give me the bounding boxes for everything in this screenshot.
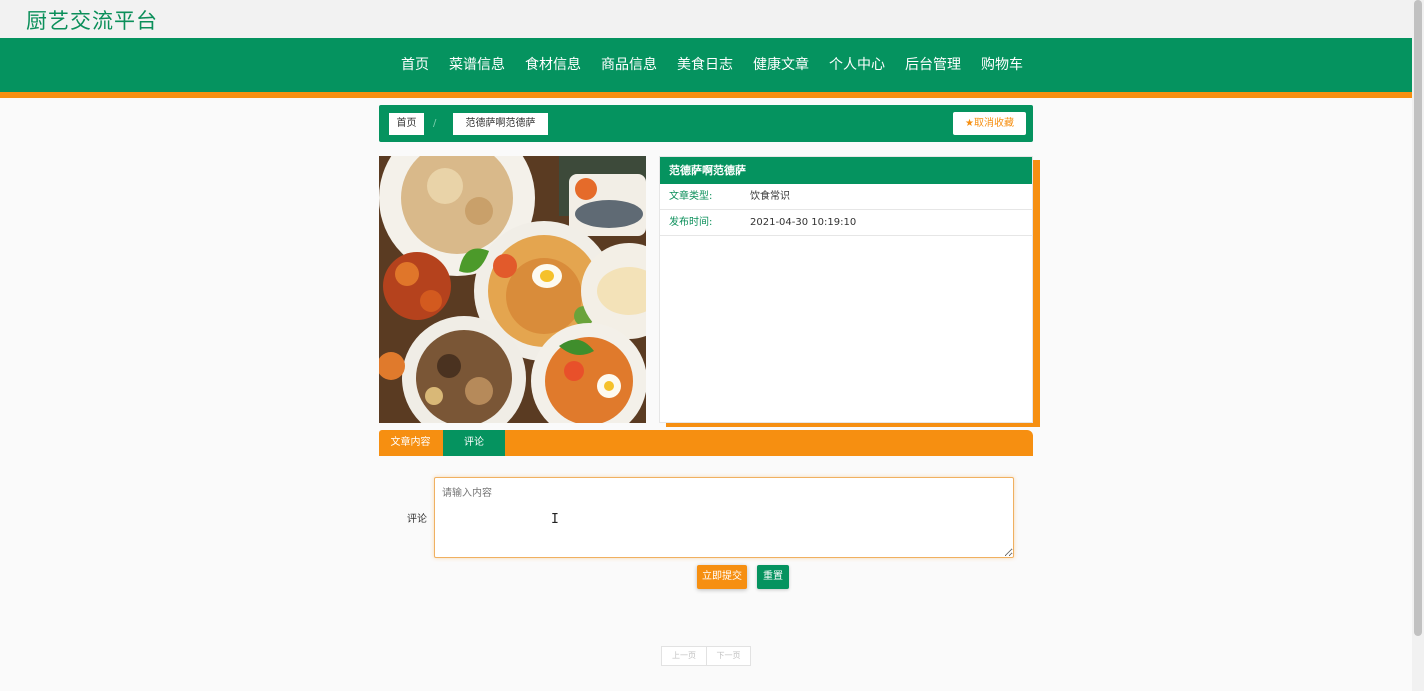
breadcrumb-separator: / [433, 118, 437, 129]
top-header: 厨艺交流平台 [0, 0, 1412, 38]
article-time-row: 发布时间: 2021-04-30 10:19:10 [660, 210, 1032, 236]
unfavorite-button[interactable]: ★取消收藏 [953, 112, 1026, 135]
nav-menu: 首页 菜谱信息 食材信息 商品信息 美食日志 健康文章 个人中心 后台管理 购物… [391, 38, 1033, 92]
comment-input[interactable] [434, 477, 1014, 558]
nav-item-ingredients[interactable]: 食材信息 [515, 38, 591, 92]
breadcrumb: 首页 / 范德萨啊范德萨 ★取消收藏 [379, 105, 1033, 142]
nav-item-products[interactable]: 商品信息 [591, 38, 667, 92]
pagination: 上一页 下一页 [661, 646, 751, 666]
nav-item-food-journal[interactable]: 美食日志 [667, 38, 743, 92]
nav-item-health-articles[interactable]: 健康文章 [743, 38, 819, 92]
tab-comment[interactable]: 评论 [443, 430, 505, 456]
article-info-panel: 范德萨啊范德萨 文章类型: 饮食常识 发布时间: 2021-04-30 10:1… [659, 156, 1033, 423]
article-cover-image [379, 156, 646, 423]
breadcrumb-home[interactable]: 首页 [389, 113, 424, 135]
article-type-value: 饮食常识 [750, 191, 790, 202]
prev-page-button[interactable]: 上一页 [662, 647, 706, 665]
main-navbar: 首页 菜谱信息 食材信息 商品信息 美食日志 健康文章 个人中心 后台管理 购物… [0, 38, 1412, 92]
detail-tabs: 文章内容 评论 [379, 430, 1033, 456]
comment-label: 评论 [407, 514, 427, 525]
star-icon: ★ [965, 118, 974, 129]
article-time-value: 2021-04-30 10:19:10 [750, 217, 857, 228]
article-type-row: 文章类型: 饮食常识 [660, 184, 1032, 210]
next-page-button[interactable]: 下一页 [706, 647, 750, 665]
article-type-label: 文章类型: [669, 191, 713, 202]
site-title[interactable]: 厨艺交流平台 [26, 5, 158, 35]
nav-accent-stripe [0, 92, 1412, 98]
nav-item-cart[interactable]: 购物车 [971, 38, 1033, 92]
reset-button[interactable]: 重置 [757, 565, 789, 589]
nav-item-admin[interactable]: 后台管理 [895, 38, 971, 92]
scrollbar-thumb[interactable] [1414, 0, 1422, 636]
unfavorite-label: 取消收藏 [973, 118, 1014, 129]
food-photo-illustration [379, 156, 646, 423]
text-cursor-icon: I [551, 512, 559, 527]
article-time-label: 发布时间: [669, 217, 713, 228]
tab-article-content[interactable]: 文章内容 [379, 430, 442, 456]
nav-item-recipes[interactable]: 菜谱信息 [439, 38, 515, 92]
submit-comment-button[interactable]: 立即提交 [697, 565, 747, 589]
nav-item-personal-center[interactable]: 个人中心 [819, 38, 895, 92]
nav-item-home[interactable]: 首页 [391, 38, 439, 92]
breadcrumb-current[interactable]: 范德萨啊范德萨 [453, 113, 548, 135]
page-scrollbar[interactable] [1412, 0, 1424, 691]
article-title: 范德萨啊范德萨 [660, 157, 1032, 184]
